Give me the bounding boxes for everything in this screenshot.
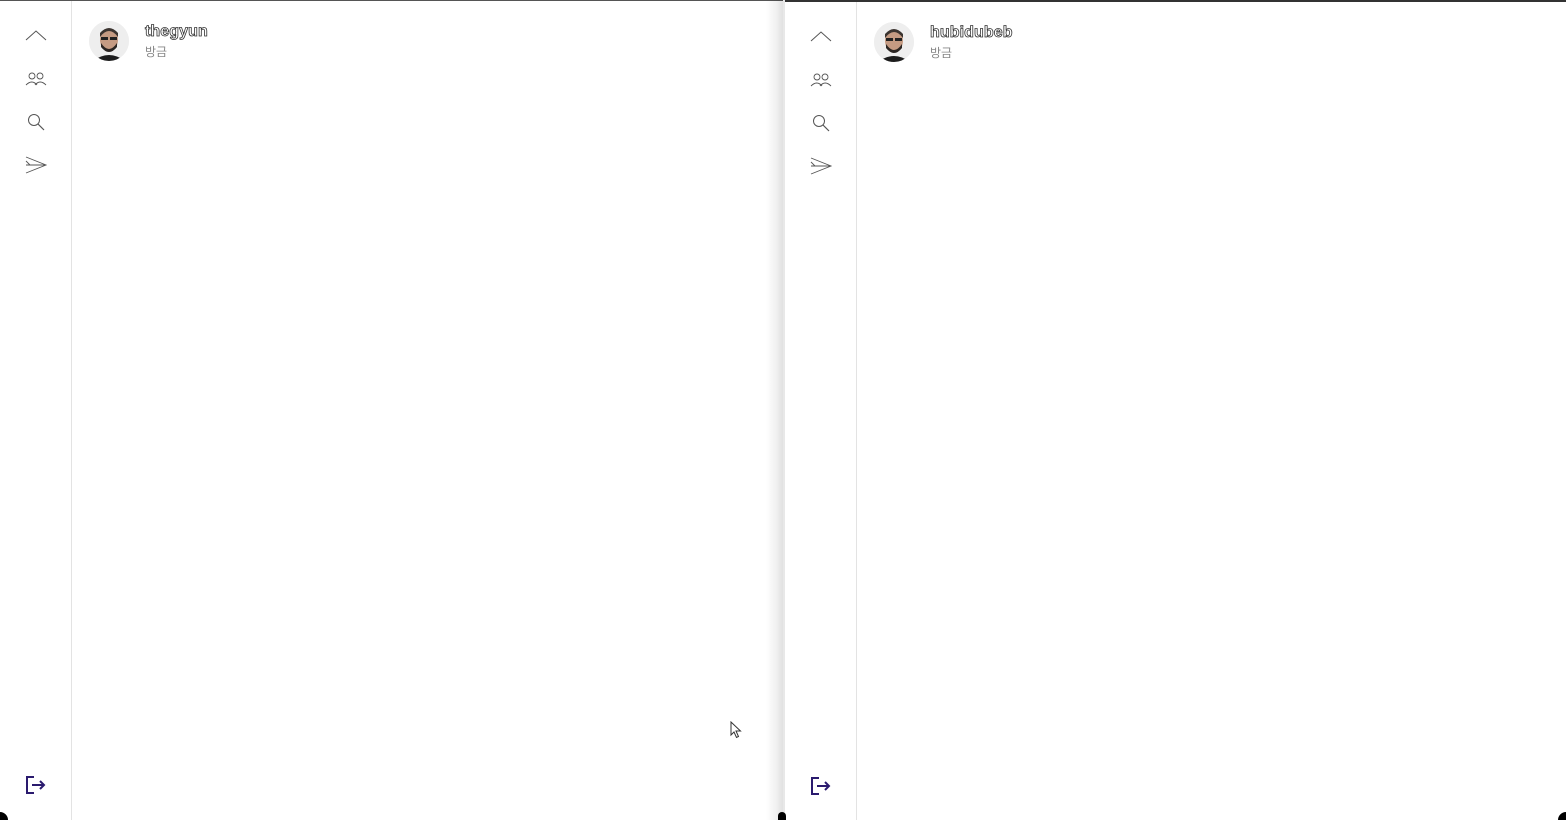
- people-icon[interactable]: [805, 64, 837, 96]
- timestamp: 방금: [930, 46, 953, 60]
- chevron-up-icon[interactable]: [805, 20, 837, 52]
- people-icon[interactable]: [20, 63, 52, 95]
- nav-rail: [0, 1, 72, 820]
- send-icon[interactable]: [20, 149, 52, 181]
- mouse-cursor-icon: [730, 720, 742, 739]
- feed: hubidubeb 방금: [858, 2, 1566, 820]
- feed: thegyun 방금: [73, 1, 783, 820]
- post-meta: hubidubeb 방금: [930, 22, 1013, 60]
- post-header: hubidubeb 방금: [874, 22, 1013, 66]
- logout-icon[interactable]: [20, 769, 52, 801]
- nav-rail: [785, 2, 857, 820]
- search-icon[interactable]: [805, 107, 837, 139]
- right-pane: hubidubeb 방금: [785, 0, 1566, 820]
- logout-icon[interactable]: [805, 770, 837, 802]
- send-icon[interactable]: [805, 150, 837, 182]
- avatar[interactable]: [874, 22, 914, 62]
- timestamp: 방금: [145, 45, 168, 59]
- username[interactable]: hubidubeb: [930, 23, 1013, 43]
- chevron-up-icon[interactable]: [20, 19, 52, 51]
- left-pane: thegyun 방금: [0, 0, 783, 820]
- search-icon[interactable]: [20, 106, 52, 138]
- post-meta: thegyun 방금: [145, 21, 209, 59]
- app-screen: thegyun 방금 hubidubeb 방금: [0, 0, 1566, 820]
- avatar[interactable]: [89, 21, 129, 61]
- window-corner: [778, 812, 786, 820]
- post-header: thegyun 방금: [89, 21, 208, 65]
- username[interactable]: thegyun: [145, 22, 209, 42]
